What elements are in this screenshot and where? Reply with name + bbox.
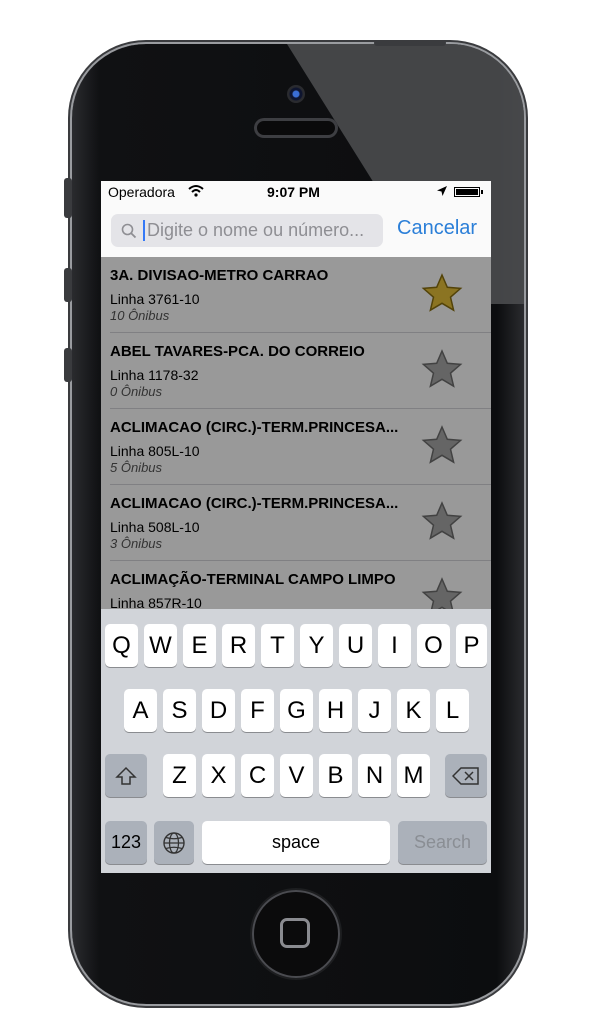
key-s[interactable]: S (163, 689, 196, 732)
key-z[interactable]: Z (163, 754, 196, 797)
globe-key[interactable] (154, 821, 194, 864)
key-f[interactable]: F (241, 689, 274, 732)
key-n[interactable]: N (358, 754, 391, 797)
backspace-icon (452, 766, 479, 785)
key-e[interactable]: E (183, 624, 216, 667)
key-b[interactable]: B (319, 754, 352, 797)
key-c[interactable]: C (241, 754, 274, 797)
text-cursor (143, 220, 145, 241)
key-a[interactable]: A (124, 689, 157, 732)
numbers-key[interactable]: 123 (105, 821, 147, 864)
key-j[interactable]: J (358, 689, 391, 732)
cancel-button[interactable]: Cancelar (397, 217, 477, 240)
key-i[interactable]: I (378, 624, 411, 667)
keyboard: Q W E R T Y U I O P A S D F G H J K L Z … (101, 609, 491, 873)
front-camera (287, 85, 305, 103)
delete-key[interactable] (445, 754, 487, 797)
search-dim-overlay[interactable] (101, 257, 491, 609)
home-button-icon (280, 918, 310, 948)
search-icon (121, 223, 137, 239)
globe-icon (163, 831, 185, 854)
search-bar: Cancelar (101, 203, 491, 257)
shift-icon (115, 766, 137, 785)
earpiece-speaker (254, 118, 338, 138)
sleep-button (374, 40, 446, 46)
key-u[interactable]: U (339, 624, 372, 667)
key-l[interactable]: L (436, 689, 469, 732)
carrier-label: Operadora (108, 184, 175, 200)
volume-up-button (64, 268, 72, 302)
key-m[interactable]: M (397, 754, 430, 797)
key-y[interactable]: Y (300, 624, 333, 667)
mute-switch (64, 178, 72, 218)
key-v[interactable]: V (280, 754, 313, 797)
shift-key[interactable] (105, 754, 147, 797)
key-w[interactable]: W (144, 624, 177, 667)
key-p[interactable]: P (456, 624, 487, 667)
search-field[interactable] (111, 214, 383, 247)
key-h[interactable]: H (319, 689, 352, 732)
location-arrow-icon (437, 186, 447, 196)
search-key[interactable]: Search (398, 821, 487, 864)
key-q[interactable]: Q (105, 624, 138, 667)
status-time: 9:07 PM (267, 184, 320, 200)
space-key[interactable]: space (202, 821, 390, 864)
wifi-icon (188, 185, 204, 197)
key-o[interactable]: O (417, 624, 450, 667)
key-r[interactable]: R (222, 624, 255, 667)
volume-down-button (64, 348, 72, 382)
key-g[interactable]: G (280, 689, 313, 732)
key-x[interactable]: X (202, 754, 235, 797)
screen: Operadora 9:07 PM Cancelar 3A. DIVISAO-M… (101, 181, 491, 873)
battery-icon (454, 187, 483, 197)
key-d[interactable]: D (202, 689, 235, 732)
key-t[interactable]: T (261, 624, 294, 667)
key-k[interactable]: K (397, 689, 430, 732)
status-bar: Operadora 9:07 PM (101, 181, 491, 203)
search-input[interactable] (147, 219, 377, 242)
